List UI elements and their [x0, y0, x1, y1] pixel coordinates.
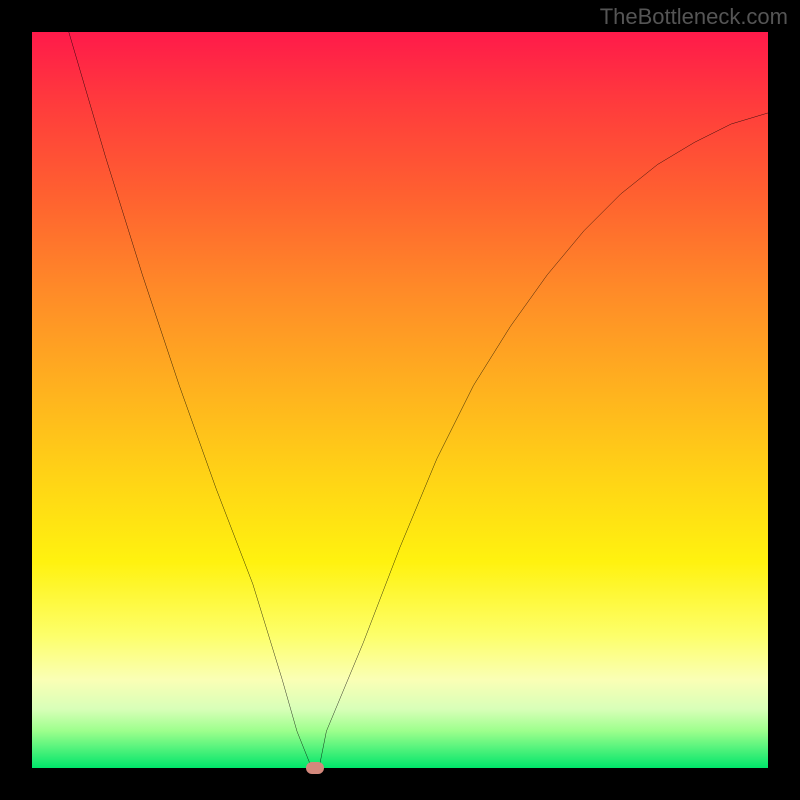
minimum-point-marker [306, 762, 324, 774]
chart-plot-area [32, 32, 768, 768]
watermark-text: TheBottleneck.com [600, 4, 788, 30]
bottleneck-curve [32, 32, 768, 768]
